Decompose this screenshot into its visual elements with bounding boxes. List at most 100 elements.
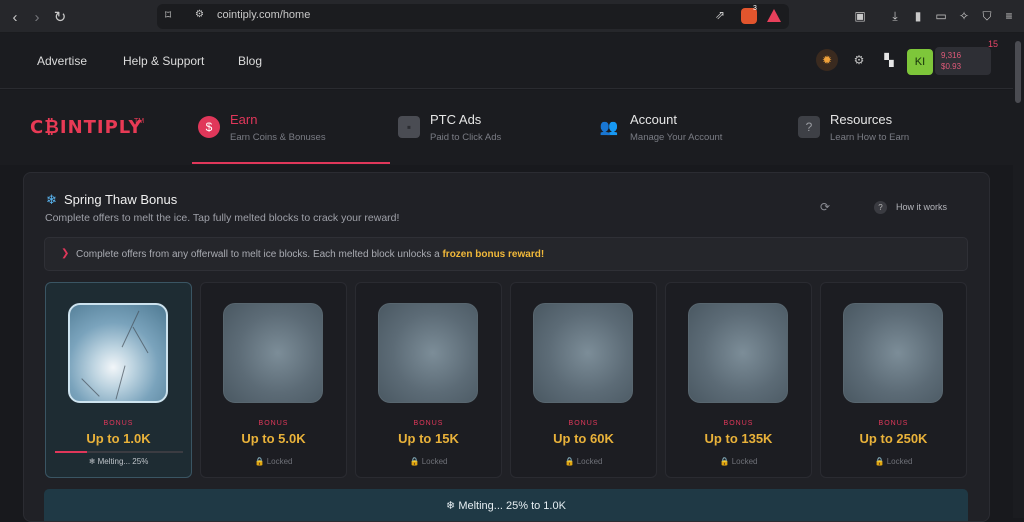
ice-crack bbox=[81, 378, 100, 397]
avatar[interactable]: KI bbox=[907, 49, 933, 75]
ice-block-frozen bbox=[688, 303, 788, 403]
melting-progress-text: ❄ Melting... 25% to 1.0K bbox=[446, 500, 566, 512]
help-icon[interactable]: ? bbox=[874, 201, 887, 214]
sidebar-icon[interactable]: ▮ bbox=[909, 7, 927, 25]
logo-trademark: TM bbox=[134, 118, 145, 125]
wallet-icon[interactable]: ▭ bbox=[932, 7, 950, 25]
ice-block-frozen bbox=[378, 303, 478, 403]
ice-block-frozen bbox=[223, 303, 323, 403]
panel-title: Spring Thaw Bonus bbox=[64, 192, 178, 207]
bonus-amount: Up to 15K bbox=[398, 431, 459, 446]
users-icon: 👥 bbox=[599, 119, 619, 136]
melt-progress-fill bbox=[55, 451, 87, 453]
bonus-card-2[interactable]: BONUS Up to 5.0K 🔒 Locked bbox=[200, 282, 347, 478]
bonus-amount: Up to 1.0K bbox=[86, 431, 151, 446]
settings-icon[interactable]: ⚙ bbox=[848, 49, 870, 71]
refresh-icon[interactable]: ⟳ bbox=[820, 200, 830, 214]
balance-usd: $0.93 bbox=[941, 62, 962, 71]
chevron-right-icon: ❯ bbox=[61, 248, 70, 259]
bonus-amount: Up to 250K bbox=[859, 431, 928, 446]
snowflake-icon: ❄ bbox=[46, 192, 57, 207]
ice-crack bbox=[121, 310, 140, 348]
melting-progress-banner: ❄ Melting... 25% to 1.0K bbox=[44, 489, 968, 521]
nav-account[interactable]: 👥 Account Manage Your Account bbox=[592, 110, 772, 165]
nav-ptc-ads[interactable]: ▪ PTC Ads Paid to Click Ads bbox=[392, 110, 572, 165]
rewards-triangle-icon[interactable] bbox=[767, 9, 781, 22]
lock-icon: 🔒 bbox=[409, 457, 420, 466]
nav-earn-title: Earn bbox=[230, 112, 258, 127]
bonus-label: BONUS bbox=[413, 420, 444, 427]
blog-link[interactable]: Blog bbox=[238, 54, 262, 68]
ice-crack bbox=[115, 365, 126, 400]
nav-earn[interactable]: $ Earn Earn Coins & Bonuses bbox=[192, 110, 390, 165]
lock-status: 🔒 Locked bbox=[254, 457, 293, 466]
bonus-amount: Up to 60K bbox=[553, 431, 614, 446]
reload-icon[interactable]: ↻ bbox=[49, 6, 71, 28]
address-bar[interactable]: ⌑ ⚙ cointiply.com/home ⇗ 3 bbox=[157, 4, 789, 29]
nav-resources-title: Resources bbox=[830, 112, 893, 127]
dollar-icon: $ bbox=[198, 116, 220, 138]
site-settings-icon[interactable]: ⚙ bbox=[195, 9, 204, 20]
nav-ptc-subtitle: Paid to Click Ads bbox=[430, 132, 502, 143]
bonus-label: BONUS bbox=[568, 420, 599, 427]
shield-count-badge: 3 bbox=[753, 5, 757, 12]
bonus-label: BONUS bbox=[258, 420, 289, 427]
bonus-label: BONUS bbox=[723, 420, 754, 427]
ice-block-frozen bbox=[843, 303, 943, 403]
lock-icon: 🔒 bbox=[254, 457, 265, 466]
share-icon[interactable]: ⇗ bbox=[715, 8, 725, 22]
ice-block-melting[interactable] bbox=[68, 303, 168, 403]
bonus-card-6[interactable]: BONUS Up to 250K 🔒 Locked bbox=[820, 282, 967, 478]
nav-account-subtitle: Manage Your Account bbox=[630, 132, 723, 143]
page-scrollbar[interactable] bbox=[1013, 33, 1024, 518]
info-text: Complete offers from any offerwall to me… bbox=[76, 249, 545, 260]
advertise-link[interactable]: Advertise bbox=[37, 54, 87, 68]
melt-status: ❄ Melting... 25% bbox=[88, 457, 149, 466]
nav-earn-subtitle: Earn Coins & Bonuses bbox=[230, 132, 326, 143]
apps-grid-icon[interactable]: ▚ bbox=[878, 49, 900, 71]
bonus-card-5[interactable]: BONUS Up to 135K 🔒 Locked bbox=[665, 282, 812, 478]
site-top-bar: Advertise Help & Support Blog ✹ ⚙ ▚ KI 9… bbox=[0, 33, 1013, 89]
how-it-works-link[interactable]: How it works bbox=[896, 202, 947, 212]
ad-icon: ▪ bbox=[398, 116, 420, 138]
help-support-link[interactable]: Help & Support bbox=[123, 54, 204, 68]
cointiply-logo[interactable]: C₿INTIPLY bbox=[30, 117, 143, 138]
nav-resources[interactable]: ? Resources Learn How to Earn bbox=[792, 110, 972, 165]
notification-count[interactable]: 15 bbox=[988, 39, 998, 49]
lock-icon: 🔒 bbox=[874, 457, 885, 466]
nav-account-title: Account bbox=[630, 112, 677, 127]
bonus-label: BONUS bbox=[103, 420, 134, 427]
ice-block-frozen bbox=[533, 303, 633, 403]
back-icon[interactable]: ‹ bbox=[4, 6, 26, 28]
panel-subtitle: Complete offers to melt the ice. Tap ful… bbox=[45, 212, 400, 224]
leo-ai-icon[interactable]: ✧ bbox=[955, 7, 973, 25]
nav-resources-subtitle: Learn How to Earn bbox=[830, 132, 910, 143]
forward-icon[interactable]: › bbox=[26, 6, 48, 28]
bonus-amount: Up to 135K bbox=[704, 431, 773, 446]
reader-icon[interactable]: ▣ bbox=[851, 7, 869, 25]
lock-status: 🔒 Locked bbox=[564, 457, 603, 466]
ice-crack bbox=[132, 326, 149, 354]
lock-status: 🔒 Locked bbox=[874, 457, 913, 466]
question-chat-icon: ? bbox=[798, 116, 820, 138]
bonus-card-1[interactable]: BONUS Up to 1.0K ❄ Melting... 25% bbox=[45, 282, 192, 478]
balance-coins: 9,316 bbox=[941, 51, 962, 60]
vpn-icon[interactable]: ⛉ bbox=[978, 7, 996, 25]
lock-icon: 🔒 bbox=[719, 457, 730, 466]
balance-display[interactable]: 9,316 $0.93 bbox=[935, 47, 991, 75]
achievement-icon[interactable]: ✹ bbox=[816, 49, 838, 71]
bonus-card-3[interactable]: BONUS Up to 15K 🔒 Locked bbox=[355, 282, 502, 478]
bookmark-icon[interactable]: ⌑ bbox=[165, 8, 171, 22]
bonus-card-4[interactable]: BONUS Up to 60K 🔒 Locked bbox=[510, 282, 657, 478]
scroll-thumb[interactable] bbox=[1015, 41, 1021, 103]
nav-ptc-title: PTC Ads bbox=[430, 112, 482, 127]
bonus-amount: Up to 5.0K bbox=[241, 431, 306, 446]
active-nav-indicator bbox=[192, 162, 390, 164]
download-icon[interactable]: ⤓ bbox=[886, 7, 904, 25]
browser-toolbar: ‹ › ↻ ⌑ ⚙ cointiply.com/home ⇗ 3 ▣ ⤓ ▮ ▭… bbox=[0, 0, 1024, 33]
lock-status: 🔒 Locked bbox=[409, 457, 448, 466]
main-navigation: C₿INTIPLY TM $ Earn Earn Coins & Bonuses… bbox=[0, 90, 1013, 165]
info-highlight: frozen bonus reward! bbox=[442, 249, 545, 260]
melt-progress-bar bbox=[55, 451, 183, 453]
menu-icon[interactable]: ≡ bbox=[1000, 7, 1018, 25]
